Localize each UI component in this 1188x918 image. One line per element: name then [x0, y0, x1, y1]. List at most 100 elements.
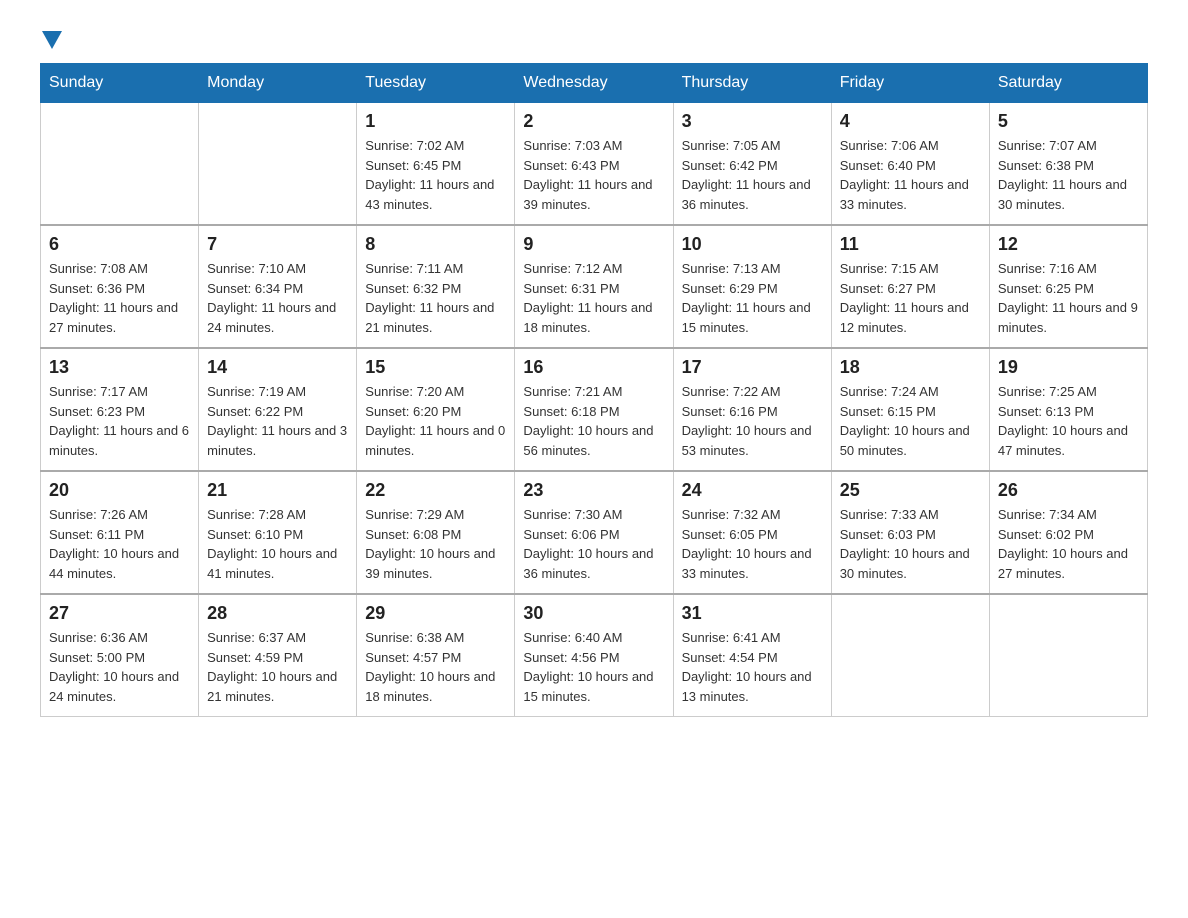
- calendar-cell: 15Sunrise: 7:20 AMSunset: 6:20 PMDayligh…: [357, 348, 515, 471]
- week-row-2: 13Sunrise: 7:17 AMSunset: 6:23 PMDayligh…: [41, 348, 1148, 471]
- daylight-text: Daylight: 10 hours and 13 minutes.: [682, 667, 823, 706]
- day-info: Sunrise: 7:03 AMSunset: 6:43 PMDaylight:…: [523, 136, 664, 214]
- page-header: [40, 30, 1148, 53]
- calendar-cell: 9Sunrise: 7:12 AMSunset: 6:31 PMDaylight…: [515, 225, 673, 348]
- sunrise-text: Sunrise: 7:21 AM: [523, 382, 664, 402]
- day-info: Sunrise: 7:05 AMSunset: 6:42 PMDaylight:…: [682, 136, 823, 214]
- sunset-text: Sunset: 6:31 PM: [523, 279, 664, 299]
- calendar-cell: 22Sunrise: 7:29 AMSunset: 6:08 PMDayligh…: [357, 471, 515, 594]
- calendar-cell: 3Sunrise: 7:05 AMSunset: 6:42 PMDaylight…: [673, 103, 831, 226]
- day-number: 13: [49, 357, 190, 378]
- sunset-text: Sunset: 6:06 PM: [523, 525, 664, 545]
- sunset-text: Sunset: 6:27 PM: [840, 279, 981, 299]
- day-number: 29: [365, 603, 506, 624]
- day-number: 10: [682, 234, 823, 255]
- calendar-cell: 25Sunrise: 7:33 AMSunset: 6:03 PMDayligh…: [831, 471, 989, 594]
- header-sunday: Sunday: [41, 64, 199, 103]
- day-number: 21: [207, 480, 348, 501]
- sunset-text: Sunset: 6:08 PM: [365, 525, 506, 545]
- sunset-text: Sunset: 6:36 PM: [49, 279, 190, 299]
- calendar-cell: 7Sunrise: 7:10 AMSunset: 6:34 PMDaylight…: [199, 225, 357, 348]
- daylight-text: Daylight: 10 hours and 18 minutes.: [365, 667, 506, 706]
- daylight-text: Daylight: 11 hours and 27 minutes.: [49, 298, 190, 337]
- header-tuesday: Tuesday: [357, 64, 515, 103]
- sunrise-text: Sunrise: 7:12 AM: [523, 259, 664, 279]
- daylight-text: Daylight: 10 hours and 36 minutes.: [523, 544, 664, 583]
- day-info: Sunrise: 7:24 AMSunset: 6:15 PMDaylight:…: [840, 382, 981, 460]
- day-number: 23: [523, 480, 664, 501]
- day-number: 18: [840, 357, 981, 378]
- calendar-cell: 18 Sunrise: 7:24 AMSunset: 6:15 PMDayligh…: [831, 348, 989, 471]
- day-info: Sunrise: 7:08 AMSunset: 6:36 PMDaylight:…: [49, 259, 190, 337]
- calendar-cell: 14 Sunrise: 7:19 AMSunset: 6:22 PMDayligh…: [199, 348, 357, 471]
- sunrise-text: Sunrise: 7:17 AM: [49, 382, 190, 402]
- sunset-text: Sunset: 6:03 PM: [840, 525, 981, 545]
- sunset-text: Sunset: 6:23 PM: [49, 402, 190, 422]
- sunset-text: Sunset: 6:29 PM: [682, 279, 823, 299]
- sunset-text: Sunset: 6:16 PM: [682, 402, 823, 422]
- day-number: 5: [998, 111, 1139, 132]
- daylight-text: Daylight: 11 hours and 39 minutes.: [523, 175, 664, 214]
- sunrise-text: Sunrise: 7:33 AM: [840, 505, 981, 525]
- sunrise-text: Sunrise: 7:19 AM: [207, 382, 348, 402]
- day-info: Sunrise: 7:32 AMSunset: 6:05 PMDaylight:…: [682, 505, 823, 583]
- daylight-text: Daylight: 10 hours and 15 minutes.: [523, 667, 664, 706]
- daylight-text: Daylight: 11 hours and 12 minutes.: [840, 298, 981, 337]
- header-saturday: Saturday: [989, 64, 1147, 103]
- day-info: Sunrise: 7:17 AMSunset: 6:23 PMDaylight:…: [49, 382, 190, 460]
- daylight-text: Daylight: 10 hours and 27 minutes.: [998, 544, 1139, 583]
- calendar-header: Sunday Monday Tuesday Wednesday Thursday…: [41, 64, 1148, 103]
- day-info: Sunrise: 6:37 AMSunset: 4:59 PMDaylight:…: [207, 628, 348, 706]
- calendar-cell: 8Sunrise: 7:11 AMSunset: 6:32 PMDaylight…: [357, 225, 515, 348]
- daylight-text: Daylight: 11 hours and 30 minutes.: [998, 175, 1139, 214]
- calendar-cell: 21Sunrise: 7:28 AMSunset: 6:10 PMDayligh…: [199, 471, 357, 594]
- calendar-cell: 26 Sunrise: 7:34 AMSunset: 6:02 PMDayligh…: [989, 471, 1147, 594]
- sunset-text: Sunset: 6:40 PM: [840, 156, 981, 176]
- daylight-text: Daylight: 10 hours and 50 minutes.: [840, 421, 981, 460]
- day-info: Sunrise: 6:36 AMSunset: 5:00 PMDaylight:…: [49, 628, 190, 706]
- sunrise-text: Sunrise: 7:05 AM: [682, 136, 823, 156]
- calendar-cell: 23 Sunrise: 7:30 AMSunset: 6:06 PMDayligh…: [515, 471, 673, 594]
- calendar-cell: [199, 103, 357, 226]
- sunrise-text: Sunrise: 7:06 AM: [840, 136, 981, 156]
- sunset-text: Sunset: 4:59 PM: [207, 648, 348, 668]
- calendar-cell: 29Sunrise: 6:38 AMSunset: 4:57 PMDayligh…: [357, 594, 515, 717]
- day-number: 14: [207, 357, 348, 378]
- day-info: Sunrise: 7:34 AMSunset: 6:02 PMDaylight:…: [998, 505, 1139, 583]
- calendar-cell: 5Sunrise: 7:07 AMSunset: 6:38 PMDaylight…: [989, 103, 1147, 226]
- calendar-cell: 24Sunrise: 7:32 AMSunset: 6:05 PMDayligh…: [673, 471, 831, 594]
- daylight-text: Daylight: 11 hours and 36 minutes.: [682, 175, 823, 214]
- sunset-text: Sunset: 6:10 PM: [207, 525, 348, 545]
- sunrise-text: Sunrise: 7:29 AM: [365, 505, 506, 525]
- sunrise-text: Sunrise: 7:30 AM: [523, 505, 664, 525]
- sunset-text: Sunset: 6:11 PM: [49, 525, 190, 545]
- day-number: 11: [840, 234, 981, 255]
- daylight-text: Daylight: 11 hours and 3 minutes.: [207, 421, 348, 460]
- logo: [40, 30, 62, 53]
- day-number: 7: [207, 234, 348, 255]
- daylight-text: Daylight: 10 hours and 21 minutes.: [207, 667, 348, 706]
- calendar-cell: 20Sunrise: 7:26 AMSunset: 6:11 PMDayligh…: [41, 471, 199, 594]
- calendar-table: Sunday Monday Tuesday Wednesday Thursday…: [40, 63, 1148, 717]
- daylight-text: Daylight: 10 hours and 30 minutes.: [840, 544, 981, 583]
- sunset-text: Sunset: 6:22 PM: [207, 402, 348, 422]
- day-info: Sunrise: 6:40 AMSunset: 4:56 PMDaylight:…: [523, 628, 664, 706]
- calendar-cell: 12Sunrise: 7:16 AMSunset: 6:25 PMDayligh…: [989, 225, 1147, 348]
- day-number: 6: [49, 234, 190, 255]
- day-number: 4: [840, 111, 981, 132]
- sunset-text: Sunset: 6:32 PM: [365, 279, 506, 299]
- sunset-text: Sunset: 6:13 PM: [998, 402, 1139, 422]
- week-row-4: 27Sunrise: 6:36 AMSunset: 5:00 PMDayligh…: [41, 594, 1148, 717]
- day-number: 28: [207, 603, 348, 624]
- calendar-cell: 17Sunrise: 7:22 AMSunset: 6:16 PMDayligh…: [673, 348, 831, 471]
- day-number: 22: [365, 480, 506, 501]
- day-number: 26: [998, 480, 1139, 501]
- sunrise-text: Sunrise: 7:10 AM: [207, 259, 348, 279]
- day-info: Sunrise: 7:12 AMSunset: 6:31 PMDaylight:…: [523, 259, 664, 337]
- sunrise-text: Sunrise: 6:40 AM: [523, 628, 664, 648]
- calendar-cell: 11Sunrise: 7:15 AMSunset: 6:27 PMDayligh…: [831, 225, 989, 348]
- sunrise-text: Sunrise: 7:28 AM: [207, 505, 348, 525]
- daylight-text: Daylight: 10 hours and 53 minutes.: [682, 421, 823, 460]
- sunset-text: Sunset: 6:45 PM: [365, 156, 506, 176]
- calendar-cell: 2Sunrise: 7:03 AMSunset: 6:43 PMDaylight…: [515, 103, 673, 226]
